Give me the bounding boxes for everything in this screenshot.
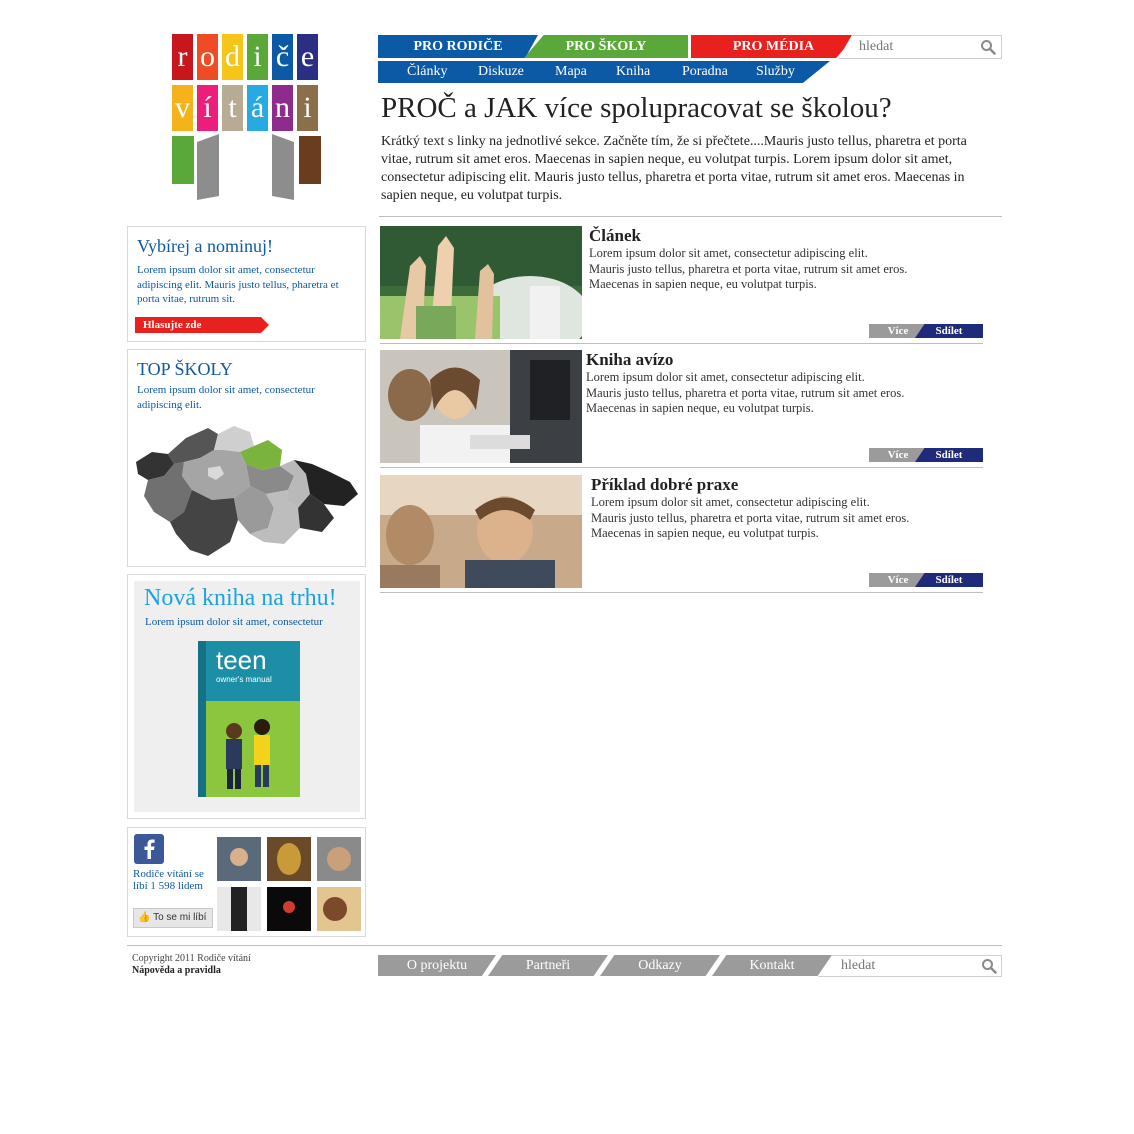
thumbs-up-icon: 👍 — [138, 912, 151, 923]
facebook-box: Rodiče vítání se líbí 1 598 lidem 👍 To s… — [127, 827, 366, 937]
footer-link-odkazy[interactable]: Odkazy — [600, 955, 720, 976]
facebook-icon[interactable] — [134, 834, 164, 864]
article-card: Příklad dobré praxe Lorem ipsum dolor si… — [380, 475, 983, 593]
share-button[interactable]: Sdílet — [915, 573, 983, 587]
logo-ribbon — [172, 136, 194, 184]
article-line: Mauris justo tellus, pharetra et porta v… — [586, 385, 905, 400]
logo-letter: i — [247, 34, 268, 80]
article-line: Maecenas in sapien neque, eu volutpat tu… — [586, 401, 814, 415]
top-schools-box: TOP ŠKOLY Lorem ipsum dolor sit amet, co… — [127, 349, 366, 567]
article-line: Maecenas in sapien neque, eu volutpat tu… — [589, 277, 817, 291]
subnav-poradna[interactable]: Poradna — [682, 61, 728, 83]
article-text: Lorem ipsum dolor sit amet, consectetur … — [586, 370, 904, 417]
search-input[interactable] — [859, 38, 977, 56]
sub-nav: Články Diskuze Mapa Kniha Poradna Služby — [378, 61, 830, 83]
logo-letter: n — [272, 85, 293, 131]
article-line: Maecenas in sapien neque, eu volutpat tu… — [591, 526, 819, 540]
article-photo[interactable] — [380, 475, 582, 588]
footer-link-partneri[interactable]: Partneři — [488, 955, 608, 976]
search-box — [838, 35, 1002, 59]
like-label: To se mi líbí — [153, 912, 207, 923]
czech-map[interactable] — [134, 424, 362, 560]
logo-letter: í — [197, 85, 218, 131]
article-photo[interactable] — [380, 350, 582, 463]
article-card: Článek Lorem ipsum dolor sit amet, conse… — [380, 226, 983, 344]
intro-text: Krátký text s linky na jednotlivé sekce.… — [381, 134, 967, 203]
tab-pro-rodice[interactable]: PRO RODIČE — [378, 35, 538, 58]
book-title: Nová kniha na trhu! — [144, 585, 337, 611]
logo-letter: d — [222, 34, 243, 80]
main-nav: PRO RODIČE PRO ŠKOLY PRO MÉDIA — [378, 35, 858, 58]
help-link[interactable]: Nápověda a pravidla — [132, 965, 221, 976]
subnav-sluzby[interactable]: Služby — [756, 61, 795, 83]
vote-box: Vybírej a nominuj! Lorem ipsum dolor sit… — [127, 226, 366, 342]
divider — [379, 216, 1002, 217]
logo-ribbon — [299, 136, 321, 184]
logo-letter: č — [272, 34, 293, 80]
fan-avatars — [217, 837, 361, 931]
logo-letter: o — [197, 34, 218, 80]
article-title[interactable]: Článek — [589, 226, 641, 246]
subnav-diskuze[interactable]: Diskuze — [478, 61, 524, 83]
top-schools-title: TOP ŠKOLY — [137, 359, 233, 379]
article-actions: Více Sdílet — [869, 573, 983, 587]
subnav-mapa[interactable]: Mapa — [555, 61, 587, 83]
article-card: Kniha avízo Lorem ipsum dolor sit amet, … — [380, 350, 983, 468]
footer-link-o-projektu[interactable]: O projektu — [378, 955, 496, 976]
article-photo[interactable] — [380, 226, 582, 339]
article-line: Mauris justo tellus, pharetra et porta v… — [589, 261, 908, 276]
book-cover-subtitle: owner's manual — [216, 675, 272, 684]
divider — [380, 592, 983, 593]
divider — [380, 467, 983, 468]
book-text: Lorem ipsum dolor sit amet, consectetur — [145, 616, 323, 628]
logo-letter: e — [297, 34, 318, 80]
logo-letter: t — [222, 85, 243, 131]
article-line: Lorem ipsum dolor sit amet, consectetur … — [586, 370, 865, 384]
article-actions: Více Sdílet — [869, 448, 983, 462]
logo-ribbon — [197, 134, 219, 200]
copyright: Copyright 2011 Rodiče vítání — [132, 953, 251, 964]
book-cover-title: teen — [216, 645, 267, 675]
divider — [380, 343, 983, 344]
logo-letter: i — [297, 85, 318, 131]
footer-nav: O projektu Partneři Odkazy Kontakt — [378, 955, 832, 976]
footer-divider — [127, 945, 1002, 946]
vote-text: Lorem ipsum dolor sit amet, consectetur … — [137, 264, 339, 305]
share-button[interactable]: Sdílet — [915, 324, 983, 338]
article-title[interactable]: Příklad dobré praxe — [591, 475, 738, 495]
article-actions: Více Sdílet — [869, 324, 983, 338]
article-line: Lorem ipsum dolor sit amet, consectetur … — [591, 495, 870, 509]
article-text: Lorem ipsum dolor sit amet, consectetur … — [589, 246, 907, 293]
article-title[interactable]: Kniha avízo — [586, 350, 673, 370]
subnav-kniha[interactable]: Kniha — [616, 61, 650, 83]
vote-title: Vybírej a nominuj! — [137, 236, 273, 256]
site-logo[interactable]: r o d i č e v í t á n i — [172, 34, 322, 200]
logo-letter: v — [172, 85, 193, 131]
search-icon[interactable] — [980, 39, 996, 55]
top-schools-text: Lorem ipsum dolor sit amet, consectetur … — [137, 384, 315, 411]
book-box: Nová kniha na trhu! Lorem ipsum dolor si… — [127, 574, 366, 819]
footer-link-kontakt[interactable]: Kontakt — [712, 955, 832, 976]
book-banner[interactable]: Nová kniha na trhu! Lorem ipsum dolor si… — [134, 581, 360, 812]
article-line: Mauris justo tellus, pharetra et porta v… — [591, 510, 910, 525]
footer-search-input[interactable] — [841, 957, 971, 975]
page-title: PROČ a JAK více spolupracovat se školou? — [381, 92, 892, 124]
logo-letter: á — [247, 85, 268, 131]
tab-pro-skoly[interactable]: PRO ŠKOLY — [524, 35, 688, 58]
subnav-clanky[interactable]: Články — [407, 61, 447, 83]
footer-search-box — [818, 955, 1002, 977]
region-liberecky — [214, 426, 254, 452]
logo-ribbon — [272, 134, 294, 200]
logo-letter: r — [172, 34, 193, 80]
facebook-text: Rodiče vítání se líbí 1 598 lidem — [133, 868, 204, 892]
tab-pro-media[interactable]: PRO MÉDIA — [691, 35, 856, 58]
vote-button[interactable]: Hlasujte zde — [135, 317, 269, 333]
share-button[interactable]: Sdílet — [915, 448, 983, 462]
article-text: Lorem ipsum dolor sit amet, consectetur … — [591, 495, 909, 542]
like-button[interactable]: 👍 To se mi líbí — [133, 908, 213, 928]
article-line: Lorem ipsum dolor sit amet, consectetur … — [589, 246, 868, 260]
search-icon[interactable] — [981, 958, 997, 974]
